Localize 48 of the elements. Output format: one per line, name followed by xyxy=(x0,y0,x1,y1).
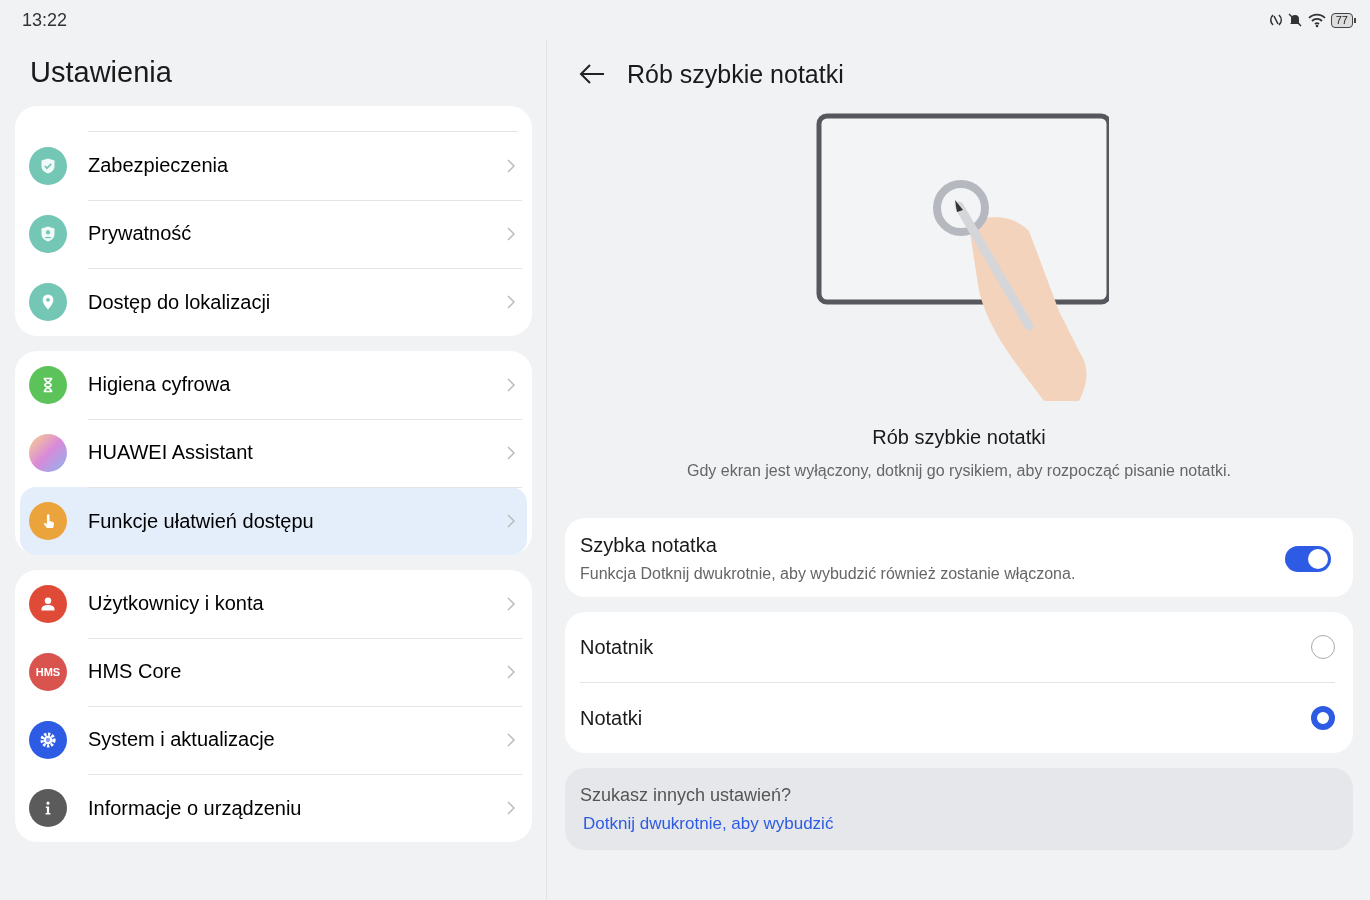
chevron-icon xyxy=(506,664,516,680)
chevron-icon xyxy=(506,800,516,816)
user-icon xyxy=(29,585,67,623)
settings-item[interactable]: Dostęp do lokalizacji xyxy=(15,268,532,336)
settings-title: Ustawienia xyxy=(30,55,173,90)
toggle-sublabel: Funkcja Dotknij dwukrotnie, aby wybudzić również zostanie włączona. xyxy=(580,565,1077,583)
option-label: Notatki xyxy=(580,706,644,730)
chevron-icon xyxy=(506,732,516,748)
chevron-icon xyxy=(506,445,516,461)
settings-item[interactable]: Informacje o urządzeniu xyxy=(15,774,532,842)
wifi-icon xyxy=(1306,12,1327,28)
battery-level: 77 xyxy=(1330,12,1353,28)
chevron-icon xyxy=(506,294,516,310)
hourglass-icon xyxy=(29,366,67,404)
option-label: Notatnik xyxy=(580,635,655,659)
feature-heading: Rób szybkie notatki xyxy=(871,426,1047,449)
feature-description: Gdy ekran jest wyłączony, dotknij go rysikiem, aby rozpocząć pisanie notatki. xyxy=(686,462,1232,480)
chevron-icon xyxy=(506,226,516,242)
settings-item[interactable]: Funkcje ułatwień dostępu xyxy=(20,487,527,555)
settings-item[interactable]: HMS HMS Core xyxy=(15,638,532,706)
settings-item[interactable]: HUAWEI Assistant xyxy=(15,419,532,487)
location-icon xyxy=(29,283,67,321)
assistant-icon xyxy=(29,434,67,472)
gear-icon xyxy=(29,721,67,759)
status-time: 13:22 xyxy=(22,9,68,31)
quick-note-switch[interactable] xyxy=(1285,545,1331,572)
nfc-icon xyxy=(1268,13,1283,27)
chevron-icon xyxy=(506,158,516,174)
bell-muted-icon xyxy=(1286,12,1303,28)
page-title: Rób szybkie notatki xyxy=(627,59,844,89)
settings-item[interactable]: Prywatność xyxy=(15,200,532,268)
double-tap-link[interactable]: Dotknij dwukrotnie, aby wybudzić xyxy=(580,814,834,834)
privacy-icon xyxy=(29,215,67,253)
settings-item[interactable]: Higiena cyfrowa xyxy=(15,351,532,419)
hms-icon: HMS xyxy=(29,653,67,691)
shield-icon xyxy=(29,147,67,185)
info-icon xyxy=(29,789,67,827)
settings-item[interactable]: Zabezpieczenia xyxy=(15,132,532,200)
settings-item[interactable]: System i aktualizacje xyxy=(15,706,532,774)
radio-button[interactable] xyxy=(1311,635,1335,659)
chevron-icon xyxy=(506,596,516,612)
radio-button[interactable] xyxy=(1311,706,1335,730)
more-settings-title: Szukasz innych ustawień? xyxy=(580,785,792,806)
toggle-label: Szybka notatka xyxy=(580,534,718,557)
settings-item[interactable]: Użytkownicy i konta xyxy=(15,570,532,638)
hand-icon xyxy=(29,502,67,540)
chevron-icon xyxy=(506,377,516,393)
chevron-icon xyxy=(506,513,516,529)
